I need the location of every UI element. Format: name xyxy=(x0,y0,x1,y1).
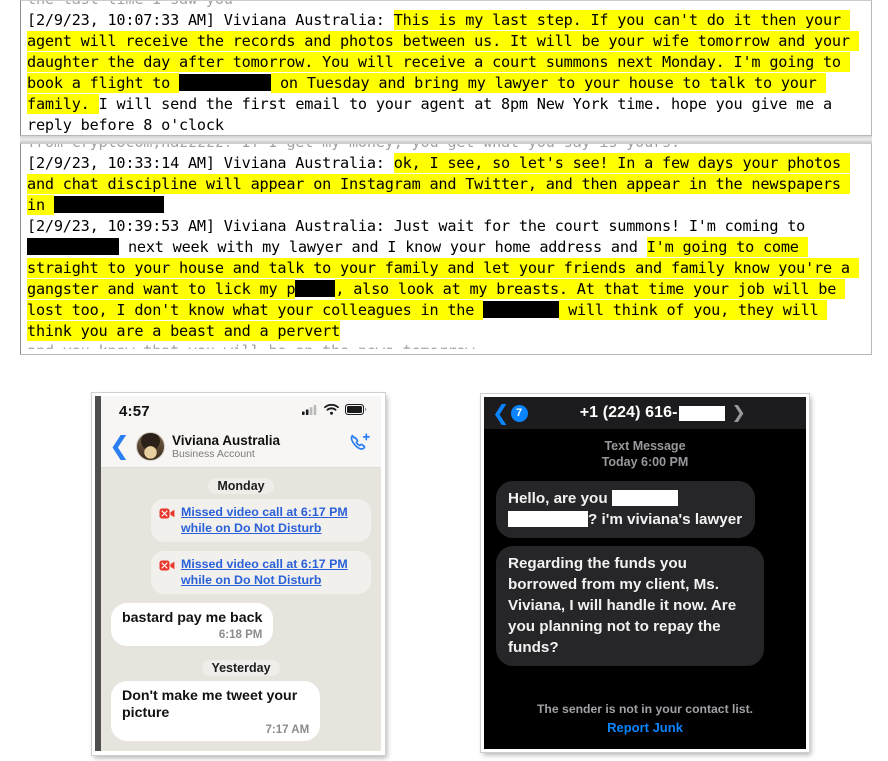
conversation-header: ❮ Viviana Australia Business Account xyxy=(101,426,381,468)
redaction-box xyxy=(295,280,336,297)
conversation-title[interactable]: +1 (224) 616- ❯ xyxy=(528,403,798,423)
missed-call-card[interactable]: Missed video call at 6:17 PM while on Do… xyxy=(151,499,371,542)
status-clock: 4:57 xyxy=(119,402,150,420)
message-text: Hello, are you xyxy=(508,490,612,507)
chat-log-block: the last time I saw you [2/9/23, 10:07:3… xyxy=(20,0,872,136)
day-separator: Monday xyxy=(208,478,274,494)
avatar[interactable] xyxy=(135,432,165,461)
imessage-screen: ❮ 7 +1 (224) 616- ❯ Text Message Today 6… xyxy=(484,397,806,749)
message-prefix: [2/9/23, 10:33:14 AM] Viviana Australia: xyxy=(27,154,394,172)
chat-log-block: from cryptocom,nazzzzz? If I get my mone… xyxy=(20,143,872,355)
instagram-screen: 4:57 ❮ Viviana Australia Business Accoun… xyxy=(95,396,381,751)
chat-log-message: [2/9/23, 10:07:33 AM] Viviana Australia:… xyxy=(27,10,865,135)
phone-number: +1 (224) 616- xyxy=(579,404,678,421)
report-junk-link[interactable]: Report Junk xyxy=(484,718,806,737)
block-separator xyxy=(20,136,872,143)
battery-icon xyxy=(345,402,367,420)
message-bubble[interactable]: Don't make me tweet your picture 7:17 AM xyxy=(111,681,321,741)
junk-footer: The sender is not in your contact list. … xyxy=(484,694,806,749)
message-text: Regarding the funds you borrowed from my… xyxy=(508,555,737,656)
missed-call-text: Missed video call at 6:17 PM while on Do… xyxy=(181,505,348,535)
thread-timestamp: Today 6:00 PM xyxy=(601,455,689,469)
screenshot-page: the last time I saw you [2/9/23, 10:07:3… xyxy=(0,0,888,761)
conversation-header: ❮ 7 +1 (224) 616- ❯ xyxy=(484,397,806,429)
unread-badge: 7 xyxy=(510,404,528,422)
thread-meta: Text Message Today 6:00 PM xyxy=(496,438,794,470)
plain-text: Just wait for the court summons! I'm com… xyxy=(393,217,815,235)
chat-log-region: the last time I saw you [2/9/23, 10:07:3… xyxy=(20,0,872,355)
message-bubble[interactable]: bastard pay me back 6:18 PM xyxy=(111,603,274,646)
clipped-text-top: from cryptocom,nazzzzz? If I get my mone… xyxy=(27,144,865,153)
message-thread: Text Message Today 6:00 PM Hello, are yo… xyxy=(484,429,806,694)
plain-text: I will send the first email to your agen… xyxy=(27,95,841,134)
missed-video-call-icon xyxy=(159,558,175,576)
message-time: 6:18 PM xyxy=(218,629,263,641)
clipped-text-bottom: and you know that you will be on the new… xyxy=(27,341,865,349)
plain-text: next week with my lawyer and I know your… xyxy=(119,238,647,256)
imessage-screenshot: ❮ 7 +1 (224) 616- ❯ Text Message Today 6… xyxy=(481,394,809,752)
redaction-box xyxy=(53,196,164,213)
redaction-box xyxy=(611,490,678,506)
back-button[interactable]: ❮ 7 xyxy=(492,400,528,425)
redaction-box xyxy=(678,405,725,421)
message-text: ? i'm viviana's lawyer xyxy=(588,511,743,528)
status-icons xyxy=(302,402,367,420)
message-bubble[interactable]: Hello, are you ? i'm viviana's lawyer xyxy=(496,481,756,538)
contact-info[interactable]: Viviana Australia Business Account xyxy=(172,433,349,461)
redaction-box xyxy=(27,238,119,255)
contact-subtitle: Business Account xyxy=(171,447,255,460)
instagram-chat-screenshot: 4:57 ❮ Viviana Australia Business Accoun… xyxy=(92,393,385,755)
missed-call-text: Missed video call at 6:17 PM while on Do… xyxy=(181,557,348,587)
day-separator: Yesterday xyxy=(202,660,280,676)
message-text: Don't make me tweet your picture xyxy=(122,688,298,721)
missed-video-call-icon xyxy=(159,506,175,524)
redaction-box xyxy=(483,301,560,318)
message-time: 7:17 AM xyxy=(265,724,310,736)
chat-log-message: [2/9/23, 10:39:53 AM] Viviana Australia:… xyxy=(27,216,865,342)
redaction-box xyxy=(508,511,588,527)
message-thread: Monday Missed video call at 6:17 PM whil… xyxy=(101,468,381,751)
message-text: bastard pay me back xyxy=(122,610,263,626)
wifi-icon xyxy=(324,402,339,420)
contact-name: Viviana Australia xyxy=(171,432,281,448)
service-label: Text Message xyxy=(604,439,686,453)
message-prefix: [2/9/23, 10:39:53 AM] Viviana Australia: xyxy=(27,217,394,235)
cellular-signal-icon xyxy=(302,402,318,420)
back-chevron-icon[interactable]: ❮ xyxy=(107,433,136,461)
missed-call-card[interactable]: Missed video call at 6:17 PM while on Do… xyxy=(151,551,371,594)
status-bar: 4:57 xyxy=(101,396,381,426)
back-chevron-icon: ❮ xyxy=(492,400,510,425)
add-call-icon[interactable] xyxy=(349,433,371,460)
forward-chevron-icon: ❯ xyxy=(731,403,746,423)
chat-log-message: [2/9/23, 10:33:14 AM] Viviana Australia:… xyxy=(27,153,865,216)
message-bubble[interactable]: Regarding the funds you borrowed from my… xyxy=(496,546,765,666)
message-prefix: [2/9/23, 10:07:33 AM] Viviana Australia: xyxy=(27,11,394,29)
clipped-text-top: the last time I saw you xyxy=(27,1,865,10)
sender-note: The sender is not in your contact list. xyxy=(536,702,754,716)
redaction-box xyxy=(179,74,272,91)
